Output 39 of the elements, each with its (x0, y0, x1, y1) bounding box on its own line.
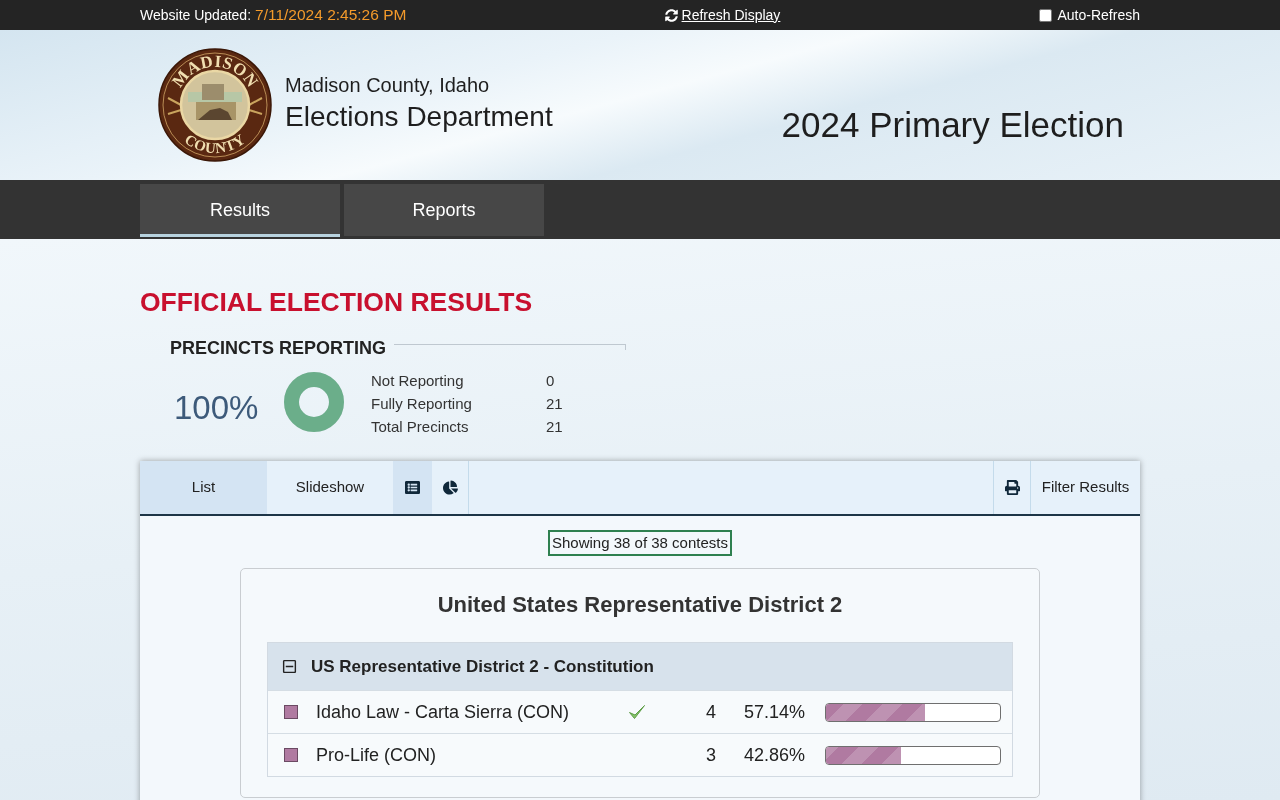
collapse-icon[interactable] (282, 659, 297, 674)
vote-count: 3 (705, 743, 716, 767)
precinct-label: Fully Reporting (371, 394, 473, 414)
nav-tab[interactable]: Results (140, 184, 340, 237)
print-icon (1004, 480, 1020, 495)
candidate-name: Idaho Law - Carta Sierra (CON) (316, 700, 571, 724)
vote-percent: 42.86% (742, 743, 805, 767)
percent-reporting: 100% (174, 387, 258, 428)
auto-refresh-label: Auto-Refresh (1057, 5, 1140, 25)
race-title: US Representative District 2 - Constitution (311, 655, 654, 678)
filter-results-button[interactable]: Filter Results (1030, 461, 1140, 514)
page-title: OFFICIAL ELECTION RESULTS (140, 286, 534, 318)
election-title: 2024 Primary Election (781, 104, 1124, 146)
department-name: Elections Department (285, 100, 553, 134)
auto-refresh-checkbox[interactable] (1038, 8, 1052, 22)
contest-count: Showing 38 of 38 contests (548, 530, 732, 556)
updated-label: Website Updated: (140, 5, 252, 25)
precinct-label: Total Precincts (371, 417, 470, 437)
refresh-display-link[interactable]: Refresh Display (664, 4, 781, 26)
list-view-button[interactable] (393, 461, 432, 514)
updated-time: 7/11/2024 2:45:26 PM (255, 5, 407, 26)
progress-ring (284, 371, 344, 432)
vote-count: 4 (705, 700, 716, 724)
county-name: Madison County, Idaho (285, 73, 491, 98)
race-header[interactable]: US Representative District 2 - Constitution (268, 643, 1012, 690)
refresh-icon (664, 8, 678, 22)
precincts-heading: PRECINCTS REPORTING (170, 337, 387, 359)
nav-tab[interactable]: Reports (344, 184, 544, 236)
candidate-name: Pro-Life (CON) (316, 743, 437, 767)
precinct-label: Not Reporting (371, 371, 465, 391)
precinct-count: 0 (546, 371, 556, 391)
precinct-count: 21 (546, 394, 563, 414)
list-icon (405, 480, 420, 495)
vote-percent: 57.14% (742, 700, 805, 724)
seal-text: COUNTY (181, 130, 249, 157)
contest-title: United States Representative District 2 (437, 591, 843, 619)
view-tab[interactable]: List (140, 461, 267, 514)
precinct-count: 21 (546, 417, 563, 437)
pie-chart-icon (442, 480, 458, 495)
